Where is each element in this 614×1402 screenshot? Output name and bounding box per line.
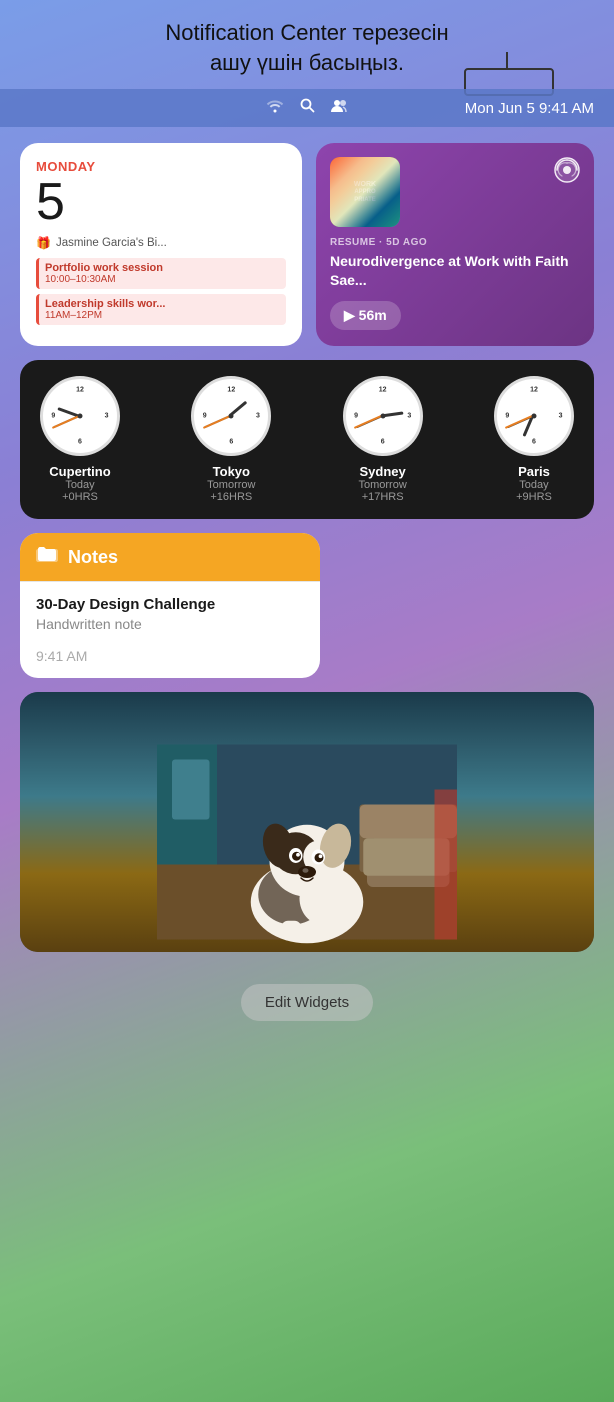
calendar-event-2: Leadership skills wor... 11AM–12PM <box>36 294 286 325</box>
notes-note-time: 9:41 AM <box>36 648 304 664</box>
clocks-row: 12 3 6 9 Cupertino Today +0HRS <box>40 376 574 503</box>
edit-widgets-button[interactable]: Edit Widgets <box>241 984 373 1021</box>
notes-folder-icon <box>36 545 58 569</box>
clock-face-tokyo: 12 3 6 9 <box>191 376 271 456</box>
top-row-widgets: MONDAY 5 🎁 Jasmine Garcia's Bi... Portfo… <box>20 143 594 346</box>
calendar-birthday: 🎁 Jasmine Garcia's Bi... <box>36 236 286 250</box>
dog-illustration <box>157 732 457 952</box>
clock-paris: 12 3 6 9 Paris Today +9HRS <box>494 376 574 503</box>
podcasts-icon <box>554 157 580 189</box>
clock-face-paris: 12 3 6 9 <box>494 376 574 456</box>
podcast-resume-label: RESUME · 5D AGO <box>330 237 580 248</box>
clock-face-sydney: 12 3 6 9 <box>343 376 423 456</box>
podcast-art: WORK APPRO PRIATE <box>330 157 400 227</box>
status-bar: Mon Jun 5 9:41 AM <box>0 89 614 127</box>
calendar-widget[interactable]: MONDAY 5 🎁 Jasmine Garcia's Bi... Portfo… <box>20 143 302 346</box>
notes-title: Notes <box>68 547 118 568</box>
photo-widget <box>20 692 594 952</box>
notes-widget[interactable]: Notes 30-Day Design Challenge Handwritte… <box>20 533 320 678</box>
dog-scene <box>20 692 594 952</box>
podcast-header: WORK APPRO PRIATE <box>330 157 580 227</box>
notes-body: 30-Day Design Challenge Handwritten note… <box>20 581 320 678</box>
clock-face-cupertino: 12 3 6 9 <box>40 376 120 456</box>
calendar-date: 5 <box>36 176 286 228</box>
podcast-play-button[interactable]: ▶ 56m <box>330 301 401 330</box>
calendar-event-1: Portfolio work session 10:00–10:30AM <box>36 258 286 289</box>
clock-sydney: 12 3 6 9 Sydney Tomorrow +17HRS <box>343 376 423 503</box>
notes-header: Notes <box>20 533 320 581</box>
status-datetime: Mon Jun 5 9:41 AM <box>465 100 594 117</box>
clock-cupertino: 12 3 6 9 Cupertino Today +0HRS <box>40 376 120 503</box>
notes-note-title: 30-Day Design Challenge <box>36 596 304 613</box>
search-icon <box>300 98 315 118</box>
widgets-container: MONDAY 5 🎁 Jasmine Garcia's Bi... Portfo… <box>0 127 614 968</box>
edit-widgets-area: Edit Widgets <box>0 968 614 1045</box>
wifi-icon <box>266 99 284 118</box>
user-icon <box>331 98 349 119</box>
podcast-widget[interactable]: WORK APPRO PRIATE <box>316 143 594 346</box>
clock-tokyo: 12 3 6 9 Tokyo Tomorrow +16HRS <box>191 376 271 503</box>
notes-note-subtitle: Handwritten note <box>36 616 304 632</box>
podcast-title: Neurodivergence at Work with Faith Sae..… <box>330 252 580 288</box>
gift-icon: 🎁 <box>36 236 51 250</box>
clock-widget[interactable]: 12 3 6 9 Cupertino Today +0HRS <box>20 360 594 519</box>
calendar-day: MONDAY <box>36 159 286 174</box>
